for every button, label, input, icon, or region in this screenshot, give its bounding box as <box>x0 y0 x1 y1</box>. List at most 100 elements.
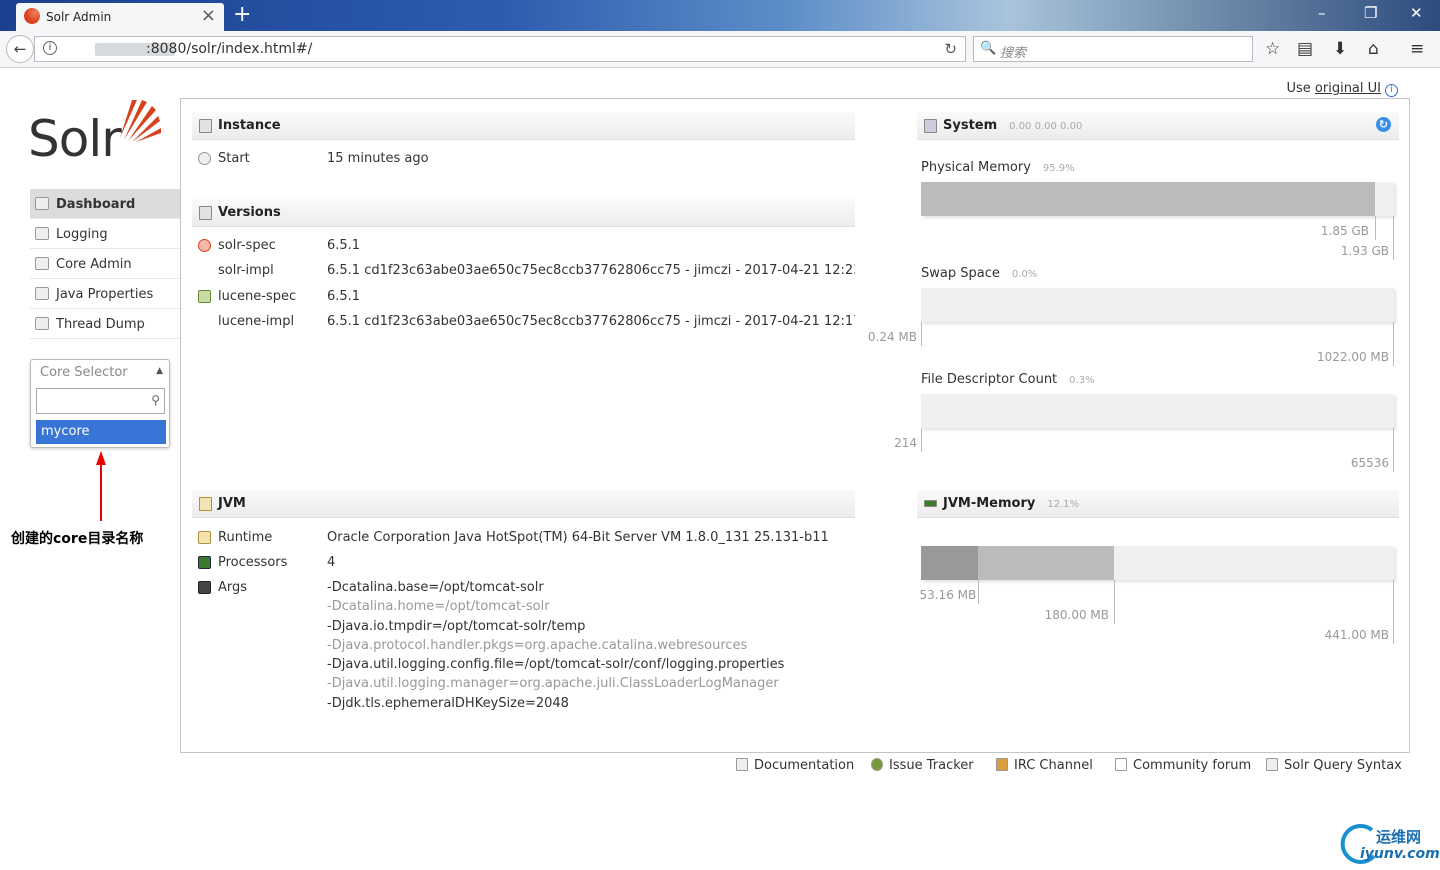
back-button[interactable]: ← <box>6 35 34 63</box>
physical-memory-total: 1.93 GB <box>1340 244 1389 258</box>
annotation-arrow-icon <box>96 451 106 521</box>
jvm-arg: -Djdk.tls.ephemeralDHKeySize=2048 <box>327 695 569 711</box>
document-icon <box>736 758 748 771</box>
version-row: solr-spec 6.5.1 <box>192 238 855 254</box>
version-row: lucene-impl 6.5.1 cd1f23c63abe03ae650c75… <box>218 314 855 329</box>
solr-sun-icon <box>120 100 161 142</box>
jvm-memory-max: 441.00 MB <box>1324 628 1389 642</box>
physical-memory-total-tick <box>1393 216 1394 260</box>
footer-community-forum-link[interactable]: Community forum <box>1115 758 1251 773</box>
jvm-memory-committed: 180.00 MB <box>1044 608 1109 622</box>
nav-core-admin-icon <box>35 257 49 270</box>
jvm-memory-bar <box>921 546 1394 580</box>
file-descriptor-used-tick <box>921 428 922 452</box>
nav-item-logging[interactable]: Logging <box>30 219 180 249</box>
search-bar[interactable]: 🔍 搜索 <box>973 36 1253 62</box>
memory-icon <box>924 500 937 507</box>
reading-list-icon[interactable]: ▤ <box>1297 39 1313 59</box>
jvm-memory-pct: 12.1% <box>1047 499 1080 510</box>
restore-icon[interactable]: ❐ <box>1364 4 1377 22</box>
swap-space-bar <box>921 288 1394 322</box>
nav-item-core-admin[interactable]: Core Admin <box>30 249 180 279</box>
browser-tab[interactable]: Solr Admin × <box>16 3 224 31</box>
file-descriptor-bar <box>921 394 1394 428</box>
jvm-memory-used-tick <box>978 580 980 604</box>
system-header: System 0.00 0.00 0.00 ↻ <box>917 112 1399 140</box>
annotation-text: 创建的core目录名称 <box>11 531 144 547</box>
clock-icon <box>198 152 211 165</box>
jvm-memory-gauge: 53.16 MB 180.00 MB 441.00 MB <box>919 546 1395 646</box>
tab-close-icon[interactable]: × <box>201 5 216 26</box>
site-info-icon[interactable]: i <box>43 41 57 55</box>
download-icon[interactable]: ⬇ <box>1333 39 1347 59</box>
watermark: 运维网 iyunv.com <box>1338 820 1440 868</box>
versions-icon <box>199 206 212 220</box>
jvm-arg: -Djava.io.tmpdir=/opt/tomcat-solr/temp <box>327 618 586 634</box>
jvm-args-row: Args -Dcatalina.base=/opt/tomcat-solr -Dc… <box>192 580 855 720</box>
home-icon[interactable]: ⌂ <box>1368 39 1379 59</box>
solr-logo[interactable]: Solr <box>28 98 163 168</box>
lucene-icon <box>198 290 211 303</box>
physical-memory-gauge: Physical Memory 95.9% 1.85 GB 1.93 GB <box>921 160 1395 260</box>
version-row: solr-impl 6.5.1 cd1f23c63abe03ae650c75ec… <box>218 263 855 278</box>
dashboard-panel: Instance Start 15 minutes ago Versions s… <box>180 98 1410 753</box>
nav-item-thread-dump[interactable]: Thread Dump <box>30 309 180 339</box>
physical-memory-used: 1.85 GB <box>1320 224 1369 238</box>
original-ui-link[interactable]: original UI <box>1315 81 1381 96</box>
footer-documentation-link[interactable]: Documentation <box>736 758 854 773</box>
reload-icon[interactable]: ↻ <box>944 40 957 58</box>
jvm-arg: -Dcatalina.base=/opt/tomcat-solr <box>327 580 544 595</box>
monitor-icon <box>924 119 937 133</box>
jvm-processors-row: Processors 4 <box>192 555 855 571</box>
refresh-icon[interactable]: ↻ <box>1376 117 1391 132</box>
physical-memory-used-fill <box>921 182 1375 216</box>
server-icon <box>199 119 212 133</box>
instance-start-row: Start 15 minutes ago <box>192 151 852 167</box>
info-icon[interactable]: i <box>1385 84 1398 97</box>
jvm-arg: -Djava.protocol.handler.pkgs=org.apache.… <box>327 637 748 653</box>
nav-thread-dump-icon <box>35 317 49 330</box>
solr-icon <box>198 239 211 252</box>
nav-dashboard-icon <box>35 197 49 210</box>
terminal-icon <box>198 581 211 594</box>
jvm-memory-used: 53.16 MB <box>919 588 977 602</box>
file-descriptor-total-tick <box>1393 428 1394 472</box>
core-selector[interactable]: Core Selector ▲ ⚲ mycore <box>30 359 170 448</box>
physical-memory-used-tick <box>1374 216 1376 240</box>
version-row: lucene-spec 6.5.1 <box>192 289 855 305</box>
jvm-header: JVM <box>192 490 855 518</box>
nav-item-label: Core Admin <box>56 257 132 272</box>
url-text: :8080/solr/index.html#/ <box>146 41 313 57</box>
menu-icon[interactable]: ≡ <box>1410 39 1424 59</box>
jvm-arg: -Djava.util.logging.manager=org.apache.j… <box>327 676 779 692</box>
nav-logging-icon <box>35 227 49 240</box>
swap-space-gauge: Swap Space 0.0% 0.24 MB 1022.00 MB <box>868 266 1395 366</box>
core-option-mycore[interactable]: mycore <box>36 420 166 444</box>
jvm-memory-max-tick <box>1393 580 1394 644</box>
mail-icon <box>1115 758 1127 771</box>
minimize-icon[interactable]: – <box>1318 4 1326 22</box>
jvm-memory-header: JVM-Memory 12.1% <box>917 490 1399 518</box>
browser-toolbar: ← i :8080/solr/index.html#/ ↻ 🔍 搜索 ☆ ▤ ⬇… <box>0 31 1440 68</box>
use-original-ui: Use original UI i <box>1287 81 1398 97</box>
core-selector-placeholder: Core Selector <box>40 365 128 380</box>
bookmark-star-icon[interactable]: ☆ <box>1265 39 1280 59</box>
footer-irc-channel-link[interactable]: IRC Channel <box>996 758 1093 773</box>
main-nav: Dashboard Logging Core Admin Java Propertie… <box>30 189 180 339</box>
core-search-input[interactable] <box>36 388 165 414</box>
search-placeholder: 搜索 <box>1000 46 1027 61</box>
jvm-memory-committed-tick <box>1113 580 1115 624</box>
processor-icon <box>198 556 211 569</box>
nav-item-java-properties[interactable]: Java Properties <box>30 279 180 309</box>
logo-text: Solr <box>28 110 122 168</box>
swap-space-used: 0.24 MB <box>867 330 917 344</box>
window-close-icon[interactable]: ✕ <box>1410 4 1423 22</box>
footer-issue-tracker-link[interactable]: Issue Tracker <box>871 758 974 773</box>
people-icon <box>996 758 1008 771</box>
footer-query-syntax-link[interactable]: Solr Query Syntax <box>1266 758 1402 773</box>
swap-space-total: 1022.00 MB <box>1316 350 1389 364</box>
address-bar[interactable]: i :8080/solr/index.html#/ ↻ <box>34 36 966 62</box>
new-tab-button[interactable]: + <box>233 2 251 27</box>
nav-item-dashboard[interactable]: Dashboard <box>30 189 180 219</box>
chevron-up-icon[interactable]: ▲ <box>156 366 163 376</box>
